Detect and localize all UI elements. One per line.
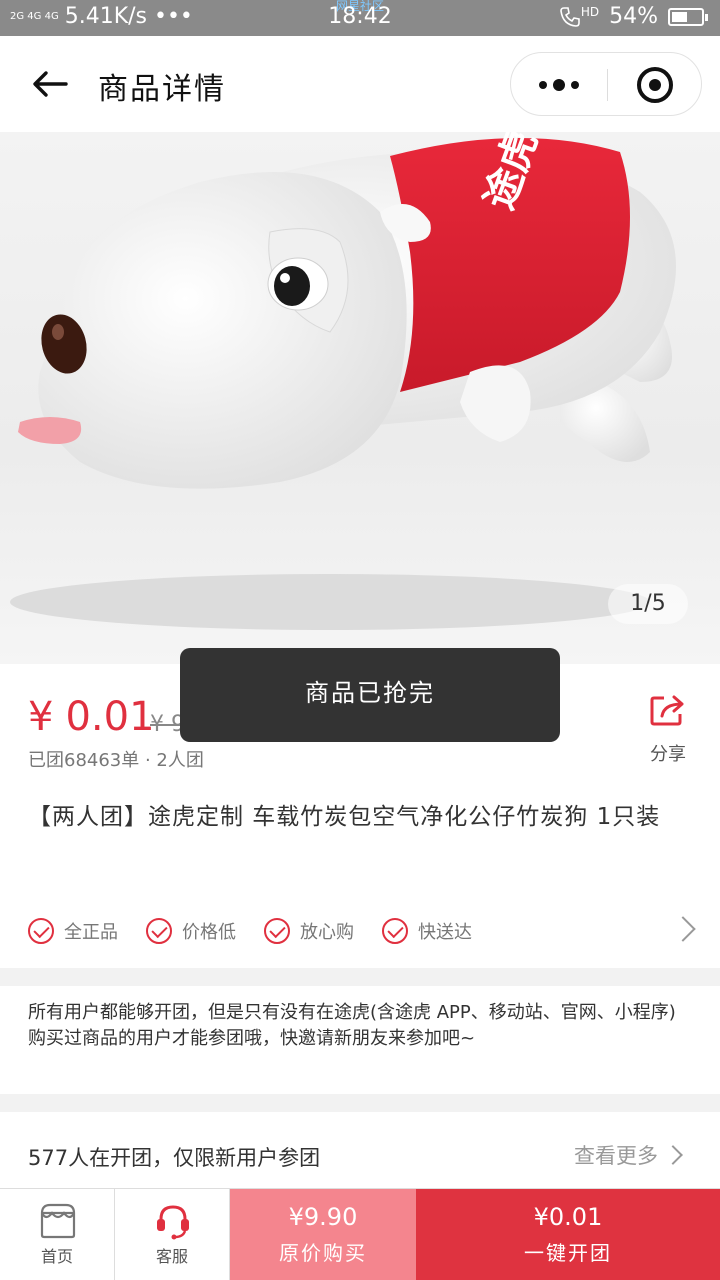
original-buy-price: ¥9.90 bbox=[288, 1203, 358, 1231]
guarantee-item: 价格低 bbox=[146, 918, 236, 944]
page-title: 商品详情 bbox=[98, 72, 226, 107]
home-label: 首页 bbox=[40, 1247, 73, 1266]
nav-header: 商品详情 bbox=[0, 36, 720, 132]
service-label: 客服 bbox=[155, 1247, 188, 1266]
guarantee-label: 价格低 bbox=[182, 922, 236, 943]
check-circle-icon bbox=[264, 918, 290, 944]
home-tab[interactable]: 首页 bbox=[0, 1189, 115, 1280]
status-right: HD 54% bbox=[559, 4, 708, 29]
headset-icon bbox=[157, 1205, 189, 1240]
chevron-right-icon bbox=[663, 1145, 683, 1165]
check-circle-icon bbox=[146, 918, 172, 944]
group-buy-label: 一键开团 bbox=[524, 1241, 612, 1265]
group-buy-price: ¥0.01 bbox=[533, 1203, 603, 1231]
more-button[interactable] bbox=[511, 53, 607, 117]
guarantee-label: 快送达 bbox=[418, 922, 472, 943]
product-title: 【两人团】途虎定制 车载竹炭包空气净化公仔竹炭狗 1只装 bbox=[28, 804, 661, 830]
start-group-button[interactable]: ¥0.01 一键开团 bbox=[416, 1189, 720, 1280]
buy-original-price-button[interactable]: ¥9.90 原价购买 bbox=[230, 1189, 416, 1280]
arrow-left-icon bbox=[33, 71, 68, 97]
guarantee-item: 快送达 bbox=[382, 918, 472, 944]
guarantee-item: 全正品 bbox=[28, 918, 118, 944]
check-circle-icon bbox=[28, 918, 54, 944]
guarantee-list[interactable]: 全正品 价格低 放心购 快送达 bbox=[28, 914, 696, 948]
plush-dog-image: 途虎 bbox=[10, 132, 676, 630]
sold-info: 已团68463单 · 2人团 bbox=[28, 750, 204, 771]
group-price: ¥ 0.01 bbox=[28, 694, 155, 740]
product-image-carousel[interactable]: 途虎 1/5 bbox=[0, 132, 720, 664]
view-more-link[interactable]: 查看更多 bbox=[574, 1140, 658, 1170]
hd-label: HD bbox=[580, 4, 600, 19]
status-bar: 2G 4G 4G 5.41K/s ••• 网星社区 18:42 HD 54% bbox=[0, 0, 720, 36]
dot-icon bbox=[571, 81, 579, 89]
back-button[interactable] bbox=[28, 62, 72, 106]
store-icon bbox=[40, 1203, 76, 1239]
image-counter: 1/5 bbox=[608, 584, 688, 624]
guarantee-item: 放心购 bbox=[264, 918, 354, 944]
original-buy-label: 原价购买 bbox=[279, 1241, 367, 1265]
target-icon bbox=[637, 67, 673, 103]
guarantee-label: 全正品 bbox=[64, 922, 118, 943]
share-label: 分享 bbox=[650, 744, 686, 765]
price-value: 0.01 bbox=[65, 694, 155, 740]
phone-hd-icon bbox=[560, 6, 580, 27]
share-button[interactable]: 分享 bbox=[644, 692, 692, 766]
check-circle-icon bbox=[382, 918, 408, 944]
close-miniprogram-button[interactable] bbox=[607, 53, 703, 117]
miniprogram-capsule bbox=[510, 52, 702, 116]
battery-percent: 54% bbox=[609, 4, 658, 29]
chevron-right-icon bbox=[670, 916, 696, 942]
share-icon bbox=[650, 695, 684, 726]
dot-icon bbox=[553, 79, 565, 91]
bottom-action-bar: 首页 客服 ¥9.90 原价购买 ¥0.01 一键开团 bbox=[0, 1188, 720, 1280]
group-notice: 所有用户都能够开团，但是只有没有在途虎(含途虎 APP、移动站、官网、小程序)购… bbox=[0, 986, 720, 1094]
open-groups-row[interactable]: 577人在开团，仅限新用户参团 查看更多 bbox=[0, 1112, 720, 1188]
battery-icon bbox=[668, 7, 708, 26]
open-groups-text: 577人在开团，仅限新用户参团 bbox=[28, 1146, 321, 1170]
currency-symbol: ¥ bbox=[28, 694, 54, 740]
toast-message: 商品已抢完 bbox=[180, 648, 560, 742]
guarantee-label: 放心购 bbox=[300, 922, 354, 943]
dot-icon bbox=[539, 81, 547, 89]
customer-service-tab[interactable]: 客服 bbox=[115, 1189, 230, 1280]
